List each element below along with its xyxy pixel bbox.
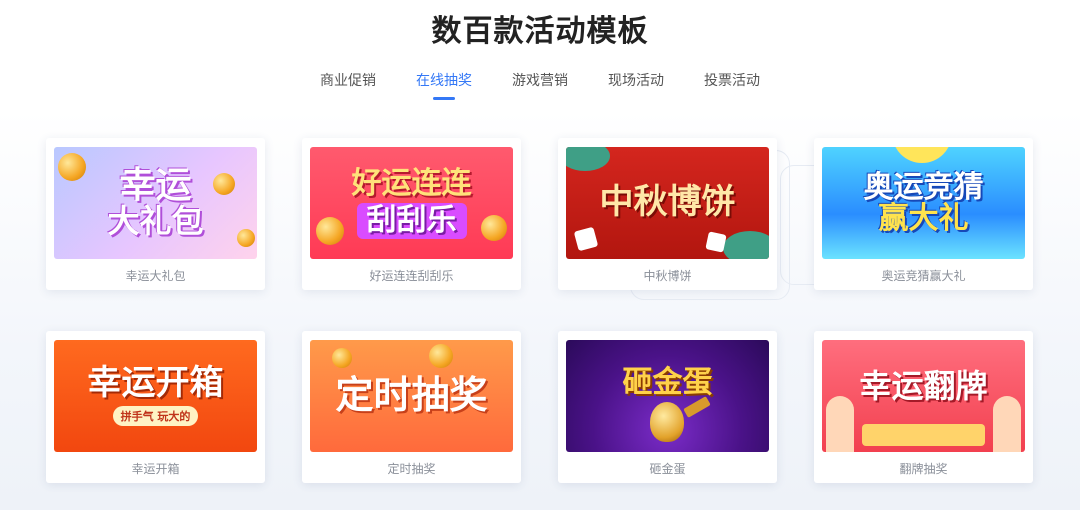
character-illustration bbox=[826, 396, 854, 452]
template-banner-image: 定时抽奖 bbox=[310, 340, 513, 452]
cloud-decoration bbox=[566, 147, 610, 171]
template-card-flip-card[interactable]: 幸运翻牌 翻牌抽奖 bbox=[814, 331, 1033, 483]
dice-icon bbox=[573, 226, 599, 252]
template-card-label: 定时抽奖 bbox=[387, 462, 436, 476]
template-banner-image: 幸运翻牌 bbox=[822, 340, 1025, 452]
template-card-lucky-box[interactable]: 幸运开箱 拼手气 玩大的 幸运开箱 bbox=[46, 331, 265, 483]
template-banner-image: 幸运开箱 拼手气 玩大的 bbox=[54, 340, 257, 452]
template-card-label: 幸运大礼包 bbox=[125, 269, 186, 283]
coin-icon bbox=[316, 217, 344, 245]
template-grid: 幸运 大礼包 幸运大礼包 好运连连 刮刮乐 好运连连刮刮乐 中秋博饼 中秋博饼 … bbox=[46, 138, 1033, 483]
banner-text: 定时抽奖 bbox=[335, 373, 488, 418]
banner-text: 中秋博饼 bbox=[599, 182, 736, 223]
template-card-label: 好运连连刮刮乐 bbox=[369, 269, 454, 283]
banner-text: 赢大礼 bbox=[878, 201, 969, 236]
banner-text: 刮刮乐 bbox=[356, 203, 467, 239]
banner-text: 幸运开箱 bbox=[87, 363, 224, 404]
banner-text: 幸运 bbox=[119, 165, 192, 207]
template-banner-image: 好运连连 刮刮乐 bbox=[310, 147, 513, 259]
template-card-timed-lottery[interactable]: 定时抽奖 定时抽奖 bbox=[302, 331, 521, 483]
cloud-decoration bbox=[723, 231, 769, 259]
template-card-golden-egg[interactable]: 砸金蛋 砸金蛋 bbox=[558, 331, 777, 483]
template-card-label: 奥运竞猜赢大礼 bbox=[881, 269, 966, 283]
template-banner-image: 幸运 大礼包 bbox=[54, 147, 257, 259]
banner-text: 好运连连 bbox=[351, 165, 472, 201]
tab-commercial-promotion[interactable]: 商业促销 bbox=[320, 70, 376, 100]
template-banner-image: 中秋博饼 bbox=[566, 147, 769, 259]
template-card-label: 翻牌抽奖 bbox=[899, 462, 948, 476]
template-card-lucky-gift[interactable]: 幸运 大礼包 幸运大礼包 bbox=[46, 138, 265, 290]
tab-game-marketing[interactable]: 游戏营销 bbox=[512, 70, 568, 100]
card-row-decoration bbox=[862, 424, 985, 446]
dice-icon bbox=[705, 231, 727, 253]
banner-subtitle: 拼手气 玩大的 bbox=[112, 405, 199, 426]
category-tabs: 商业促销 在线抽奖 游戏营销 现场活动 投票活动 bbox=[0, 70, 1080, 100]
template-banner-image: 奥运竞猜 赢大礼 bbox=[822, 147, 1025, 259]
tab-online-lottery[interactable]: 在线抽奖 bbox=[416, 70, 472, 100]
template-card-label: 中秋博饼 bbox=[643, 269, 692, 283]
template-card-label: 砸金蛋 bbox=[649, 462, 686, 476]
character-illustration bbox=[993, 396, 1021, 452]
page-title: 数百款活动模板 bbox=[431, 14, 649, 49]
coin-icon bbox=[237, 229, 255, 247]
template-card-label: 幸运开箱 bbox=[131, 462, 180, 476]
sun-decoration bbox=[892, 147, 952, 163]
tab-voting[interactable]: 投票活动 bbox=[704, 70, 760, 100]
coin-icon bbox=[58, 153, 86, 181]
golden-egg-icon bbox=[650, 402, 684, 442]
banner-text: 奥运竞猜 bbox=[863, 169, 984, 205]
tab-onsite-event[interactable]: 现场活动 bbox=[608, 70, 664, 100]
coin-icon bbox=[213, 173, 235, 195]
template-card-scratch-card[interactable]: 好运连连 刮刮乐 好运连连刮刮乐 bbox=[302, 138, 521, 290]
coin-icon bbox=[481, 215, 507, 241]
banner-text: 大礼包 bbox=[107, 202, 204, 241]
banner-text: 幸运翻牌 bbox=[859, 367, 988, 406]
coin-icon bbox=[429, 344, 453, 368]
banner-text: 砸金蛋 bbox=[622, 365, 713, 401]
coin-icon bbox=[332, 348, 352, 368]
template-card-olympic-quiz[interactable]: 奥运竞猜 赢大礼 奥运竞猜赢大礼 bbox=[814, 138, 1033, 290]
template-banner-image: 砸金蛋 bbox=[566, 340, 769, 452]
template-card-mid-autumn-dice[interactable]: 中秋博饼 中秋博饼 bbox=[558, 138, 777, 290]
